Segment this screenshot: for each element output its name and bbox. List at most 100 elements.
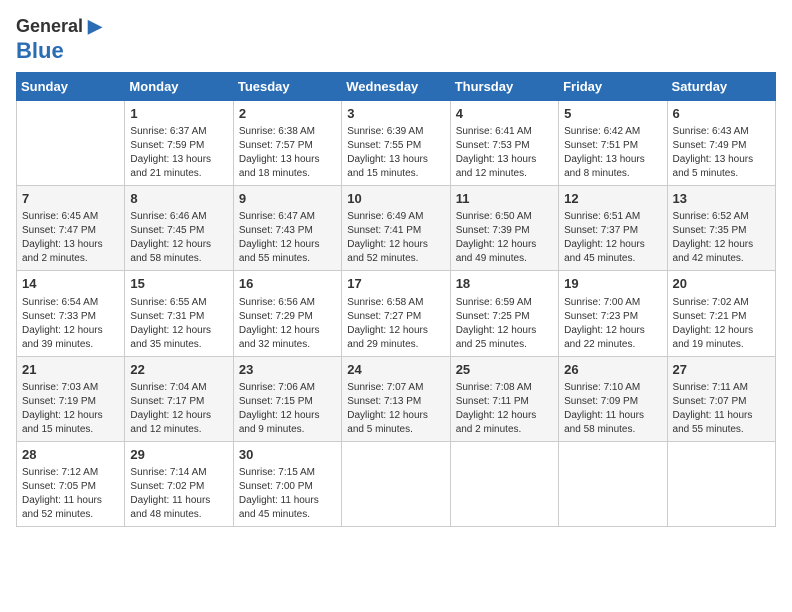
day-number: 25: [456, 361, 553, 379]
calendar-cell: 20Sunrise: 7:02 AM Sunset: 7:21 PM Dayli…: [667, 271, 775, 356]
day-number: 28: [22, 446, 119, 464]
day-number: 15: [130, 275, 227, 293]
day-header-sunday: Sunday: [17, 72, 125, 100]
day-info: Sunrise: 7:10 AM Sunset: 7:09 PM Dayligh…: [564, 381, 661, 437]
day-number: 19: [564, 275, 661, 293]
day-info: Sunrise: 6:52 AM Sunset: 7:35 PM Dayligh…: [673, 210, 770, 266]
calendar-week-row: 1 Sunrise: 6:37 AM Sunset: 7:59 PM Daylig…: [17, 100, 776, 185]
page-header: General ▶ Blue: [16, 16, 776, 64]
day-info: Sunrise: 6:37 AM Sunset: 7:59 PM Dayligh…: [130, 125, 227, 181]
day-number: 18: [456, 275, 553, 293]
day-number: 6: [673, 105, 770, 123]
calendar-cell: 26 Sunrise: 7:10 AM Sunset: 7:09 PM Dayli…: [559, 356, 667, 441]
day-info: Sunrise: 7:04 AM Sunset: 7:17 PM Dayligh…: [130, 381, 227, 437]
day-info: Sunrise: 6:46 AM Sunset: 7:45 PM Dayligh…: [130, 210, 227, 266]
day-header-tuesday: Tuesday: [233, 72, 341, 100]
calendar-cell: [559, 441, 667, 526]
day-info: Sunrise: 6:43 AM Sunset: 7:49 PM Dayligh…: [673, 125, 770, 181]
day-number: 7: [22, 190, 119, 208]
day-info: Sunrise: 6:55 AM Sunset: 7:31 PM Dayligh…: [130, 296, 227, 352]
day-info: Sunrise: 6:39 AM Sunset: 7:55 PM Dayligh…: [347, 125, 444, 181]
day-info: Sunrise: 6:42 AM Sunset: 7:51 PM Dayligh…: [564, 125, 661, 181]
day-number: 1: [130, 105, 227, 123]
calendar-cell: [450, 441, 558, 526]
day-info: Sunrise: 7:03 AM Sunset: 7:19 PM Dayligh…: [22, 381, 119, 437]
calendar-cell: 3Sunrise: 6:39 AM Sunset: 7:55 PM Daylig…: [342, 100, 450, 185]
calendar-cell: 19 Sunrise: 7:00 AM Sunset: 7:23 PM Dayli…: [559, 271, 667, 356]
calendar-cell: 13 Sunrise: 6:52 AM Sunset: 7:35 PM Dayli…: [667, 186, 775, 271]
day-number: 11: [456, 190, 553, 208]
day-info: Sunrise: 7:12 AM Sunset: 7:05 PM Dayligh…: [22, 466, 119, 522]
calendar-cell: [17, 100, 125, 185]
calendar-cell: 17Sunrise: 6:58 AM Sunset: 7:27 PM Dayli…: [342, 271, 450, 356]
day-info: Sunrise: 6:56 AM Sunset: 7:29 PM Dayligh…: [239, 296, 336, 352]
day-info: Sunrise: 7:00 AM Sunset: 7:23 PM Dayligh…: [564, 296, 661, 352]
calendar-cell: 10 Sunrise: 6:49 AM Sunset: 7:41 PM Dayli…: [342, 186, 450, 271]
day-info: Sunrise: 6:47 AM Sunset: 7:43 PM Dayligh…: [239, 210, 336, 266]
calendar-cell: 28 Sunrise: 7:12 AM Sunset: 7:05 PM Dayli…: [17, 441, 125, 526]
calendar-cell: 18 Sunrise: 6:59 AM Sunset: 7:25 PM Dayli…: [450, 271, 558, 356]
calendar-cell: 8 Sunrise: 6:46 AM Sunset: 7:45 PM Daylig…: [125, 186, 233, 271]
day-number: 23: [239, 361, 336, 379]
day-info: Sunrise: 6:38 AM Sunset: 7:57 PM Dayligh…: [239, 125, 336, 181]
calendar-cell: 2Sunrise: 6:38 AM Sunset: 7:57 PM Daylig…: [233, 100, 341, 185]
day-info: Sunrise: 6:41 AM Sunset: 7:53 PM Dayligh…: [456, 125, 553, 181]
day-number: 10: [347, 190, 444, 208]
calendar-week-row: 28 Sunrise: 7:12 AM Sunset: 7:05 PM Dayli…: [17, 441, 776, 526]
calendar-cell: 1 Sunrise: 6:37 AM Sunset: 7:59 PM Daylig…: [125, 100, 233, 185]
calendar-cell: [667, 441, 775, 526]
day-info: Sunrise: 7:08 AM Sunset: 7:11 PM Dayligh…: [456, 381, 553, 437]
calendar-cell: 5 Sunrise: 6:42 AM Sunset: 7:51 PM Daylig…: [559, 100, 667, 185]
day-number: 16: [239, 275, 336, 293]
calendar-cell: 15 Sunrise: 6:55 AM Sunset: 7:31 PM Dayli…: [125, 271, 233, 356]
day-number: 5: [564, 105, 661, 123]
day-number: 21: [22, 361, 119, 379]
day-info: Sunrise: 7:07 AM Sunset: 7:13 PM Dayligh…: [347, 381, 444, 437]
calendar-cell: 6 Sunrise: 6:43 AM Sunset: 7:49 PM Daylig…: [667, 100, 775, 185]
calendar-cell: 23 Sunrise: 7:06 AM Sunset: 7:15 PM Dayli…: [233, 356, 341, 441]
calendar-week-row: 14 Sunrise: 6:54 AM Sunset: 7:33 PM Dayli…: [17, 271, 776, 356]
day-info: Sunrise: 6:58 AM Sunset: 7:27 PM Dayligh…: [347, 296, 444, 352]
calendar-cell: [342, 441, 450, 526]
day-info: Sunrise: 6:54 AM Sunset: 7:33 PM Dayligh…: [22, 296, 119, 352]
calendar-cell: 14 Sunrise: 6:54 AM Sunset: 7:33 PM Dayli…: [17, 271, 125, 356]
calendar-cell: 16 Sunrise: 6:56 AM Sunset: 7:29 PM Dayli…: [233, 271, 341, 356]
calendar-cell: 21 Sunrise: 7:03 AM Sunset: 7:19 PM Dayli…: [17, 356, 125, 441]
calendar-cell: 25 Sunrise: 7:08 AM Sunset: 7:11 PM Dayli…: [450, 356, 558, 441]
calendar-header-row: SundayMondayTuesdayWednesdayThursdayFrid…: [17, 72, 776, 100]
day-info: Sunrise: 7:14 AM Sunset: 7:02 PM Dayligh…: [130, 466, 227, 522]
day-header-monday: Monday: [125, 72, 233, 100]
day-number: 29: [130, 446, 227, 464]
day-info: Sunrise: 7:02 AM Sunset: 7:21 PM Dayligh…: [673, 296, 770, 352]
day-number: 9: [239, 190, 336, 208]
day-header-wednesday: Wednesday: [342, 72, 450, 100]
day-number: 8: [130, 190, 227, 208]
calendar-cell: 9 Sunrise: 6:47 AM Sunset: 7:43 PM Daylig…: [233, 186, 341, 271]
day-number: 13: [673, 190, 770, 208]
day-info: Sunrise: 7:06 AM Sunset: 7:15 PM Dayligh…: [239, 381, 336, 437]
calendar-body: 1 Sunrise: 6:37 AM Sunset: 7:59 PM Daylig…: [17, 100, 776, 526]
day-header-friday: Friday: [559, 72, 667, 100]
day-number: 26: [564, 361, 661, 379]
day-info: Sunrise: 6:45 AM Sunset: 7:47 PM Dayligh…: [22, 210, 119, 266]
calendar-cell: 24 Sunrise: 7:07 AM Sunset: 7:13 PM Dayli…: [342, 356, 450, 441]
logo: General ▶ Blue: [16, 16, 102, 64]
calendar-cell: 27Sunrise: 7:11 AM Sunset: 7:07 PM Dayli…: [667, 356, 775, 441]
day-number: 14: [22, 275, 119, 293]
day-number: 27: [673, 361, 770, 379]
calendar-cell: 11Sunrise: 6:50 AM Sunset: 7:39 PM Dayli…: [450, 186, 558, 271]
calendar-cell: 12Sunrise: 6:51 AM Sunset: 7:37 PM Dayli…: [559, 186, 667, 271]
calendar-table: SundayMondayTuesdayWednesdayThursdayFrid…: [16, 72, 776, 527]
day-number: 4: [456, 105, 553, 123]
calendar-cell: 29 Sunrise: 7:14 AM Sunset: 7:02 PM Dayli…: [125, 441, 233, 526]
day-number: 30: [239, 446, 336, 464]
calendar-cell: 7 Sunrise: 6:45 AM Sunset: 7:47 PM Daylig…: [17, 186, 125, 271]
calendar-cell: 4 Sunrise: 6:41 AM Sunset: 7:53 PM Daylig…: [450, 100, 558, 185]
day-info: Sunrise: 6:49 AM Sunset: 7:41 PM Dayligh…: [347, 210, 444, 266]
calendar-week-row: 21 Sunrise: 7:03 AM Sunset: 7:19 PM Dayli…: [17, 356, 776, 441]
day-info: Sunrise: 7:15 AM Sunset: 7:00 PM Dayligh…: [239, 466, 336, 522]
day-header-thursday: Thursday: [450, 72, 558, 100]
day-number: 24: [347, 361, 444, 379]
day-info: Sunrise: 6:59 AM Sunset: 7:25 PM Dayligh…: [456, 296, 553, 352]
day-header-saturday: Saturday: [667, 72, 775, 100]
